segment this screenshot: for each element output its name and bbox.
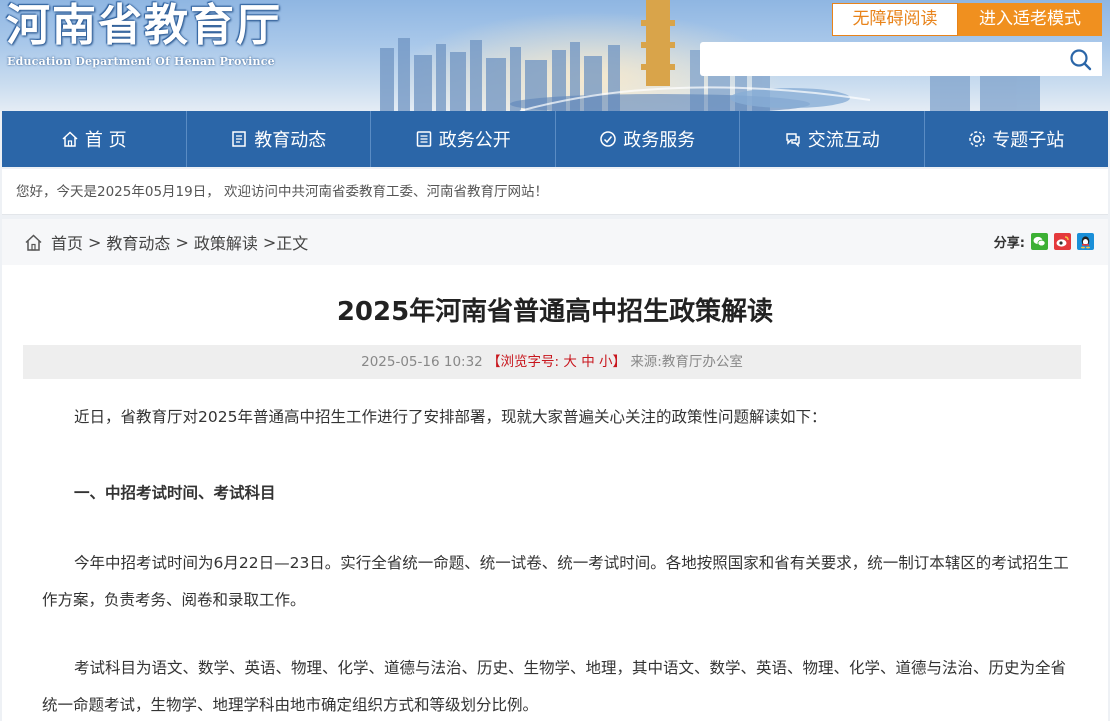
article-paragraph: 近日，省教育厅对2025年普通高中招生工作进行了安排部署，现就大家普遍关心关注的…	[74, 408, 827, 426]
interaction-icon	[786, 133, 800, 148]
article-paragraph: 考试科目为语文、数学、英语、物理、化学、道德与法治、历史、生物学、地理，其中语文…	[42, 659, 1067, 714]
breadcrumb-separator: >	[175, 232, 189, 252]
nav-item-education-news[interactable]: 教育动态	[187, 111, 371, 167]
search-icon[interactable]	[1068, 47, 1094, 73]
nav-item-label: 首 页	[84, 130, 127, 151]
wechat-icon[interactable]	[1031, 233, 1048, 250]
share-bar: 分享:	[994, 232, 1094, 251]
article-title: 2025年河南省普通高中招生政策解读	[336, 297, 774, 327]
breadcrumb-education-news-link[interactable]: 教育动态	[106, 230, 170, 254]
breadcrumb-policy-link[interactable]: 政策解读	[194, 230, 258, 254]
breadcrumb-home-link[interactable]: 首页	[51, 230, 83, 254]
main-nav: 首 页 教育动态 政务公开 政务服务 交流互动 专题子站	[2, 111, 1108, 167]
breadcrumb-separator: >	[262, 232, 277, 252]
document-icon	[416, 131, 431, 147]
site-logo-title[interactable]: 河南省教育厅	[6, 0, 282, 52]
welcome-message: 您好，今天是2025年05月19日， 欢迎访问中共河南省委教育工委、河南省教育厅…	[2, 169, 1108, 215]
article-date: 2025-05-16 10:32	[361, 354, 483, 370]
font-size-label-close: 】	[612, 354, 627, 370]
share-label: 分享:	[993, 236, 1025, 251]
home-icon	[62, 131, 78, 147]
font-size-medium-button[interactable]: 中	[581, 354, 595, 370]
barrier-free-button[interactable]: 无障碍阅读	[832, 3, 958, 36]
nav-item-label: 政务服务	[623, 130, 696, 151]
breadcrumb-separator: >	[88, 232, 102, 252]
breadcrumb: 首页 > 教育动态 > 政策解读 > 正文	[24, 230, 308, 254]
weibo-icon[interactable]	[1054, 233, 1071, 250]
home-icon	[25, 233, 42, 251]
article-source: 教育厅办公室	[661, 354, 743, 370]
search-box	[700, 42, 1102, 76]
nav-item-interaction[interactable]: 交流互动	[740, 111, 925, 167]
font-size-large-button[interactable]: 大	[563, 354, 577, 370]
nav-item-label: 专题子站	[992, 130, 1065, 151]
qq-icon[interactable]	[1077, 233, 1094, 250]
nav-item-government-services[interactable]: 政务服务	[556, 111, 740, 167]
search-input[interactable]	[700, 42, 1050, 76]
service-icon	[600, 131, 616, 147]
nav-item-home[interactable]: 首 页	[2, 111, 187, 167]
topic-icon	[969, 131, 985, 147]
nav-item-label: 政务公开	[438, 130, 511, 151]
elder-mode-button[interactable]: 进入适老模式	[958, 3, 1102, 36]
nav-item-topic-sites[interactable]: 专题子站	[925, 111, 1109, 167]
breadcrumb-bar: 首页 > 教育动态 > 政策解读 > 正文 分享:	[2, 219, 1108, 265]
article-meta: 2025-05-16 10:32 【浏览字号: 大 中 小】 来源:教育厅办公室	[23, 345, 1081, 379]
source-label: 来源:	[630, 354, 662, 370]
font-size-small-button[interactable]: 小	[599, 354, 613, 370]
article-content: 2025年河南省普通高中招生政策解读 2025-05-16 10:32 【浏览字…	[2, 265, 1108, 721]
news-icon	[232, 131, 246, 147]
font-size-label: 【浏览字号:	[487, 354, 560, 370]
nav-item-label: 交流互动	[807, 130, 880, 151]
breadcrumb-current: 正文	[276, 234, 309, 253]
site-logo-subtitle: Education Department Of Henan Province	[7, 55, 275, 68]
font-size-switcher: 【浏览字号: 大 中 小】	[487, 354, 630, 370]
article-paragraph: 今年中招考试时间为6月22日—23日。实行全省统一命题、统一试卷、统一考试时间。…	[42, 554, 1069, 609]
article-section-heading: 一、中招考试时间、考试科目	[74, 484, 276, 502]
nav-item-label: 教育动态	[254, 130, 327, 151]
nav-item-government-affairs[interactable]: 政务公开	[371, 111, 556, 167]
